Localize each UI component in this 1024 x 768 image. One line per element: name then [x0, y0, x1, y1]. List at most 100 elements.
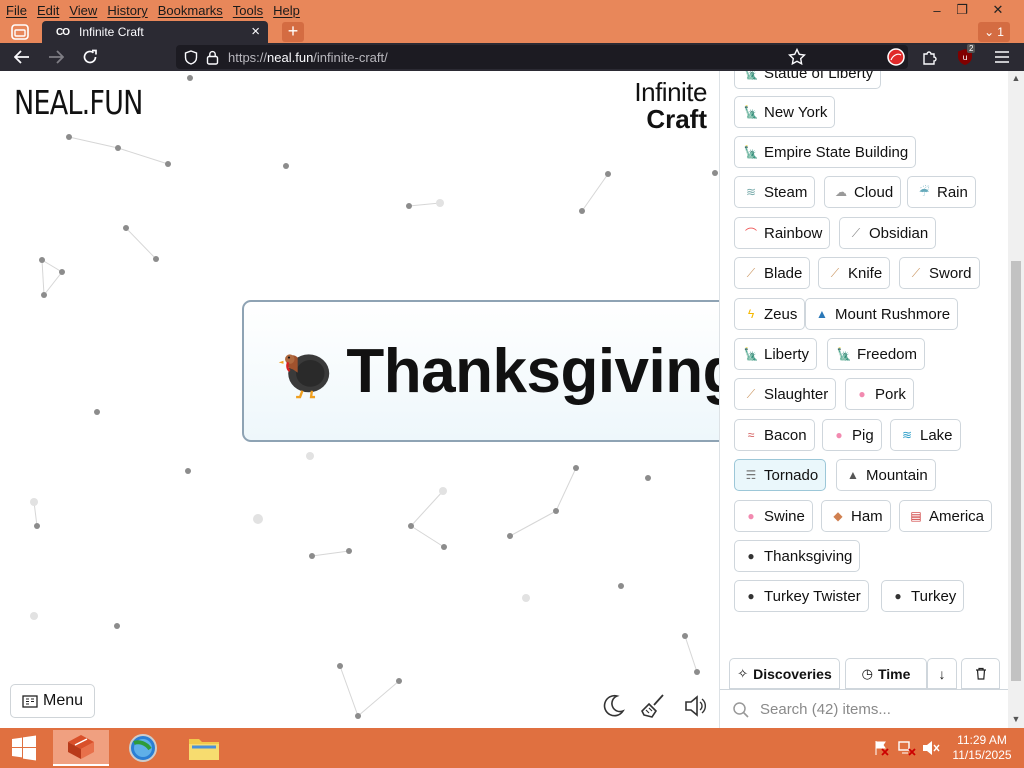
tab-close-icon[interactable]: × [251, 23, 260, 40]
url-scheme: https:// [228, 49, 268, 65]
item-label: New York [764, 103, 828, 121]
extensions-button[interactable] [920, 47, 940, 67]
lock-icon[interactable] [206, 50, 219, 65]
sort-direction-button[interactable]: ↓ [927, 658, 957, 689]
item-label: Pork [875, 385, 906, 403]
tray-volume-icon[interactable] [922, 740, 940, 759]
item-pork[interactable]: ● Pork [845, 378, 914, 410]
item-sword[interactable]: ⟋ Sword [899, 257, 980, 289]
item-label: Turkey Twister [764, 587, 861, 605]
featured-item-thanksgiving[interactable]: Thanksgiving [242, 300, 719, 442]
maximize-button[interactable]: ❐ [947, 0, 977, 20]
taskbar-firefox-app[interactable] [53, 730, 109, 766]
tray-clock[interactable]: 11:29 AM 11/15/2025 [948, 733, 1016, 763]
start-button[interactable] [0, 730, 48, 766]
item-rainbow[interactable]: ⌒ Rainbow [734, 217, 831, 249]
forward-button[interactable] [46, 47, 66, 67]
profile-avatar-button[interactable] [886, 47, 906, 67]
sidebar-scrollbar[interactable]: ▲ ▼ [1008, 71, 1024, 728]
list-all-tabs-button[interactable]: ⌄ 1 [978, 22, 1010, 42]
item-slaughter[interactable]: ⟋ Slaughter [734, 378, 837, 410]
item-obsidian[interactable]: ⟋ Obsidian [839, 217, 937, 249]
clock-time: 11:29 AM [957, 733, 1007, 747]
item-label: Lake [920, 426, 953, 444]
item-rain[interactable]: ☔ Rain [907, 176, 976, 208]
folder-icon [189, 739, 219, 760]
statue-of-liberty-icon: 🗽 [743, 105, 759, 119]
items-sidebar[interactable]: 🗽 Statue of Liberty 🗽 New York 🗽 Empire Sta… [719, 71, 1008, 658]
item-bacon[interactable]: ≈ Bacon [734, 419, 815, 451]
item-knife[interactable]: ⟋ Knife [818, 257, 891, 289]
item-mount-rushmore[interactable]: ▲ Mount Rushmore [805, 298, 959, 330]
sound-speaker-icon[interactable] [683, 693, 709, 719]
item-zeus[interactable]: ϟ Zeus [734, 298, 806, 330]
bookmark-star-icon[interactable] [788, 48, 806, 66]
search-input[interactable] [760, 700, 1000, 718]
back-arrow-icon [14, 50, 29, 64]
knife-icon: ⟋ [830, 265, 840, 280]
sparkles-icon: ✧ [737, 665, 749, 681]
app-menu-button[interactable] [992, 47, 1012, 67]
item-mountain[interactable]: ▲ Mountain [836, 459, 936, 491]
item-label: Empire State Building [764, 143, 909, 161]
arrow-down-icon: ↓ [938, 665, 946, 682]
browser-globe-icon [129, 734, 157, 762]
back-button[interactable] [12, 47, 32, 67]
neal-fun-logo[interactable]: NEAL.FUN [14, 83, 143, 122]
tab-infinite-craft[interactable]: CO Infinite Craft × [42, 21, 268, 43]
taskbar-file-explorer[interactable] [176, 730, 232, 766]
shield-icon[interactable] [184, 50, 198, 65]
menu-view[interactable]: View [69, 3, 97, 18]
tray-flag-icon[interactable] [873, 740, 889, 759]
ublock-button[interactable]: u 2 [955, 44, 976, 67]
menu-bookmarks[interactable]: Bookmarks [158, 3, 223, 18]
item-statue-of-liberty[interactable]: 🗽 Statue of Liberty [734, 71, 882, 89]
craft-canvas[interactable]: NEAL.FUN Infinite Craft Thanksgiving Men… [0, 71, 719, 728]
taskbar-browser-app[interactable] [115, 730, 171, 766]
item-cloud[interactable]: ☁ Cloud [824, 176, 902, 208]
firefox-view-button[interactable] [8, 22, 32, 42]
new-tab-button[interactable]: + [282, 22, 304, 42]
item-label: Slaughter [764, 385, 829, 403]
menu-tools[interactable]: Tools [233, 3, 263, 18]
menu-file[interactable]: File [6, 3, 27, 18]
url-text[interactable]: https://neal.fun/infinite-craft/ [228, 50, 388, 65]
scroll-thumb[interactable] [1011, 261, 1021, 681]
item-ham[interactable]: ◆ Ham [821, 500, 891, 532]
clear-broom-icon[interactable] [641, 693, 667, 719]
item-empire-state-building[interactable]: 🗽 Empire State Building [734, 136, 917, 168]
item-lake[interactable]: ≋ Lake [890, 419, 961, 451]
item-label: Tornado [764, 466, 819, 484]
item-america[interactable]: ▤ America [899, 500, 993, 532]
mountain-icon: ▲ [847, 468, 859, 482]
close-window-button[interactable]: ✕ [983, 0, 1013, 20]
scroll-down-arrow-icon[interactable]: ▼ [1010, 714, 1022, 726]
tray-network-icon[interactable] [898, 740, 916, 759]
item-swine[interactable]: ● Swine [734, 500, 813, 532]
item-pig[interactable]: ● Pig [822, 419, 882, 451]
delete-button[interactable] [961, 658, 1000, 689]
scroll-up-arrow-icon[interactable]: ▲ [1010, 73, 1022, 85]
discoveries-button[interactable]: ✧ Discoveries [729, 658, 840, 689]
url-bar[interactable]: https://neal.fun/infinite-craft/ [176, 45, 908, 69]
menu-button[interactable]: Menu [10, 684, 95, 718]
item-liberty[interactable]: 🗽 Liberty [734, 338, 818, 370]
turkey-icon [278, 354, 330, 399]
item-turkey-twister[interactable]: ● Turkey Twister [734, 580, 869, 612]
reload-button[interactable] [80, 47, 100, 67]
item-turkey[interactable]: ● Turkey [881, 580, 965, 612]
item-tornado[interactable]: ☴ Tornado [734, 459, 827, 491]
menu-help[interactable]: Help [273, 3, 300, 18]
item-new-york[interactable]: 🗽 New York [734, 96, 836, 128]
item-steam[interactable]: ≋ Steam [734, 176, 816, 208]
item-freedom[interactable]: 🗽 Freedom [827, 338, 926, 370]
chevron-down-icon: ⌄ [984, 25, 995, 39]
item-thanksgiving[interactable]: ● Thanksgiving [734, 540, 861, 572]
time-label: Time [877, 665, 911, 682]
menu-history[interactable]: History [107, 3, 147, 18]
item-blade[interactable]: ⟋ Blade [734, 257, 811, 289]
menu-edit[interactable]: Edit [37, 3, 59, 18]
rainbow-icon: ⌒ [744, 226, 757, 241]
dark-mode-moon-icon[interactable] [600, 693, 626, 719]
sort-time-button[interactable]: ◷ Time [845, 658, 927, 689]
